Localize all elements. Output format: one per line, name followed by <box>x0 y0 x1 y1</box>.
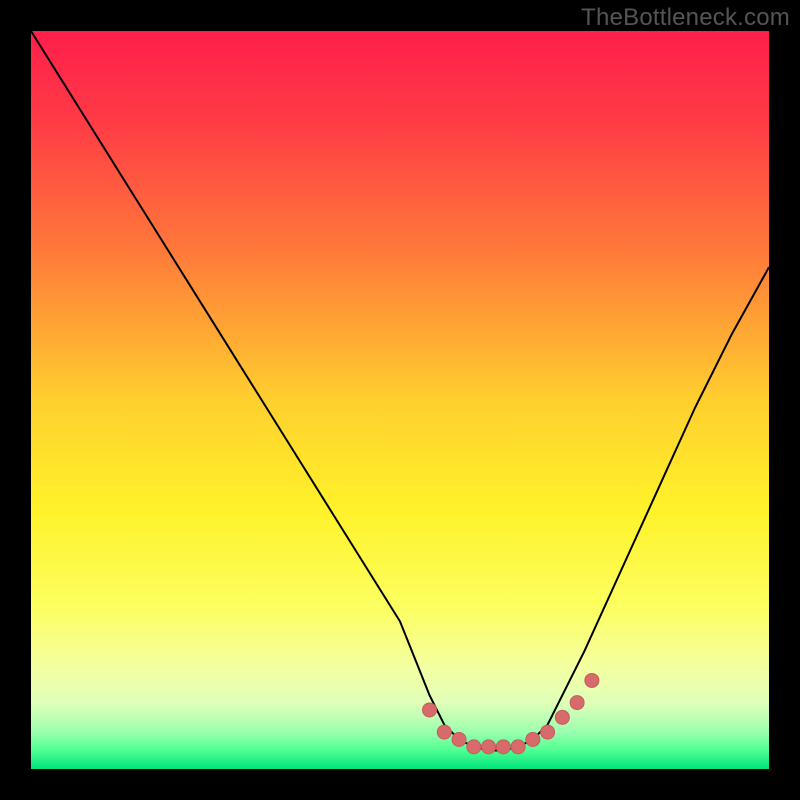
chart-background-gradient <box>31 31 769 769</box>
optimal-marker <box>585 673 599 687</box>
optimal-marker <box>482 740 496 754</box>
optimal-marker <box>496 740 510 754</box>
chart-frame: TheBottleneck.com <box>0 0 800 800</box>
optimal-marker <box>541 725 555 739</box>
optimal-marker <box>467 740 481 754</box>
optimal-marker <box>423 703 437 717</box>
watermark-label: TheBottleneck.com <box>581 4 790 32</box>
optimal-marker <box>555 710 569 724</box>
optimal-marker <box>570 696 584 710</box>
optimal-marker <box>511 740 525 754</box>
optimal-marker <box>526 732 540 746</box>
chart-plot-area <box>31 31 769 769</box>
optimal-marker <box>437 725 451 739</box>
optimal-marker <box>452 732 466 746</box>
chart-svg <box>31 31 769 769</box>
